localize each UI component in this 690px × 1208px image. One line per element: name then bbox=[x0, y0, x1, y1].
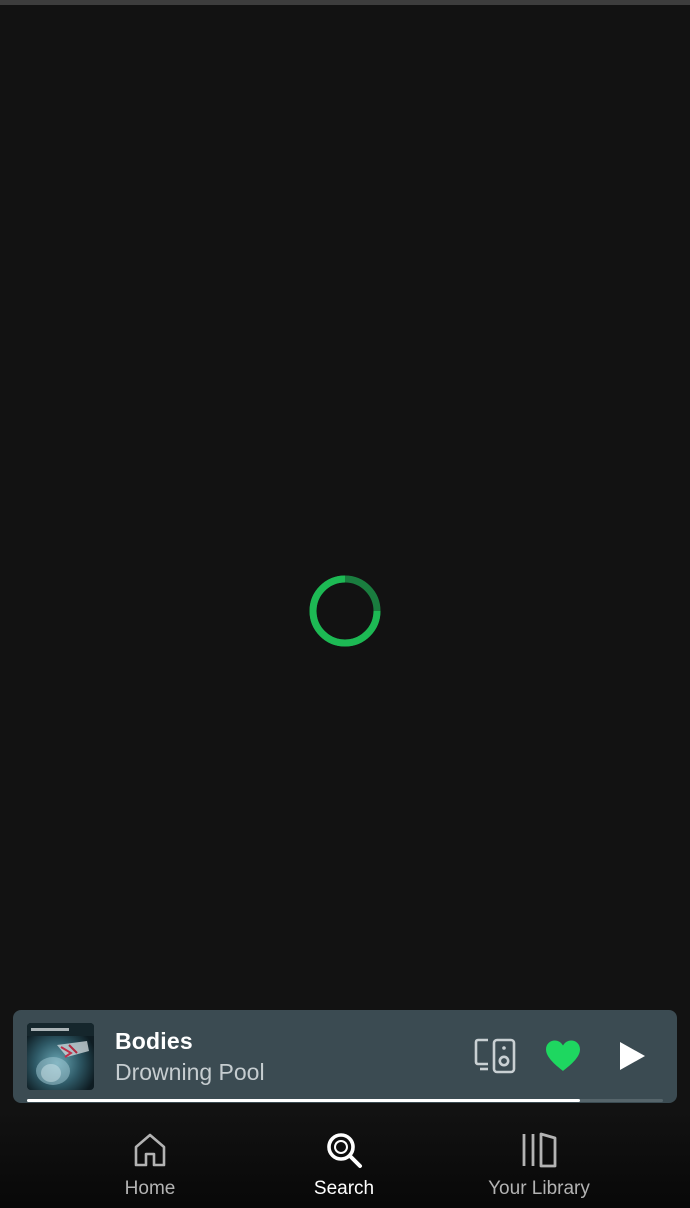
connect-device-icon bbox=[474, 1038, 516, 1074]
main-content bbox=[0, 5, 690, 1005]
album-cover-image bbox=[27, 1023, 94, 1090]
connect-device-button[interactable] bbox=[472, 1036, 518, 1076]
nav-item-search[interactable]: Search bbox=[269, 1130, 419, 1202]
nav-label-home: Home bbox=[124, 1178, 176, 1199]
heart-filled-icon bbox=[546, 1040, 580, 1071]
nav-item-library[interactable]: Your Library bbox=[464, 1130, 614, 1202]
mini-player[interactable]: Bodies Drowning Pool bbox=[13, 1010, 677, 1103]
track-artist[interactable]: Drowning Pool bbox=[115, 1059, 265, 1086]
like-button[interactable] bbox=[540, 1036, 586, 1076]
library-icon bbox=[519, 1130, 559, 1170]
loading-spinner-icon bbox=[309, 575, 381, 647]
play-icon bbox=[620, 1042, 645, 1070]
search-icon bbox=[324, 1130, 364, 1170]
nav-item-home[interactable]: Home bbox=[75, 1130, 225, 1202]
playback-progress-fill bbox=[27, 1099, 581, 1102]
play-button[interactable] bbox=[611, 1035, 653, 1077]
nav-label-search: Search bbox=[313, 1178, 375, 1199]
home-icon bbox=[130, 1130, 170, 1170]
album-art[interactable] bbox=[27, 1023, 94, 1090]
bottom-navigation: Home Search Your Library bbox=[0, 1110, 690, 1208]
track-title[interactable]: Bodies bbox=[115, 1028, 193, 1055]
app-screen: Bodies Drowning Pool Home Search Your Li… bbox=[0, 0, 690, 1208]
nav-label-library: Your Library bbox=[488, 1178, 590, 1199]
playback-progress-bar bbox=[27, 1099, 663, 1102]
